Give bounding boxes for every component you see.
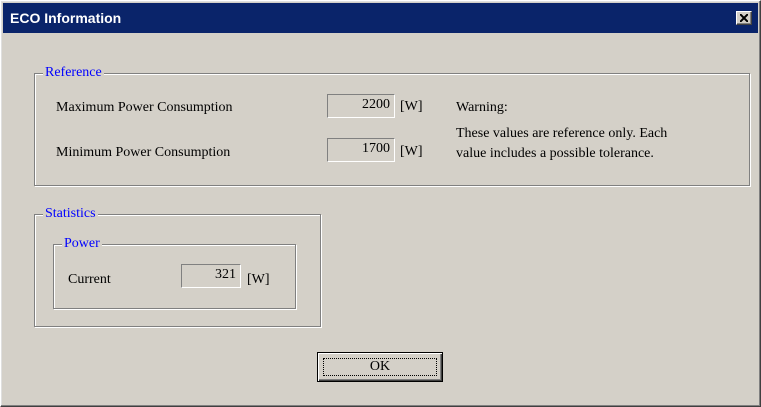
reference-legend: Reference [43,64,104,82]
close-button[interactable] [736,11,752,25]
current-power-field: 321 [181,264,241,288]
min-power-unit: [W] [400,144,423,159]
power-legend: Power [62,235,102,253]
min-power-label: Minimum Power Consumption [56,145,231,160]
close-icon [740,14,748,22]
current-power-label: Current [68,272,111,287]
warning-title: Warning: [456,100,508,115]
warning-line-1: These values are reference only. Each [456,126,668,141]
title-bar[interactable]: ECO Information [3,3,758,33]
reference-group: Reference Maximum Power Consumption 2200… [34,64,750,186]
eco-information-dialog: ECO Information Reference Maximum Power … [0,0,761,407]
max-power-field: 2200 [327,94,395,118]
max-power-label: Maximum Power Consumption [56,100,233,115]
max-power-unit: [W] [400,99,423,114]
ok-button[interactable]: OK [317,352,443,382]
ok-button-label: OK [369,359,391,374]
statistics-group: Statistics Power Current 321 [W] [34,205,321,327]
min-power-field: 1700 [327,138,395,162]
power-group: Power Current 321 [W] [53,235,296,309]
warning-line-2: value includes a possible tolerance. [456,146,654,161]
current-power-unit: [W] [247,272,270,287]
window-title: ECO Information [10,10,122,26]
statistics-legend: Statistics [43,205,98,223]
